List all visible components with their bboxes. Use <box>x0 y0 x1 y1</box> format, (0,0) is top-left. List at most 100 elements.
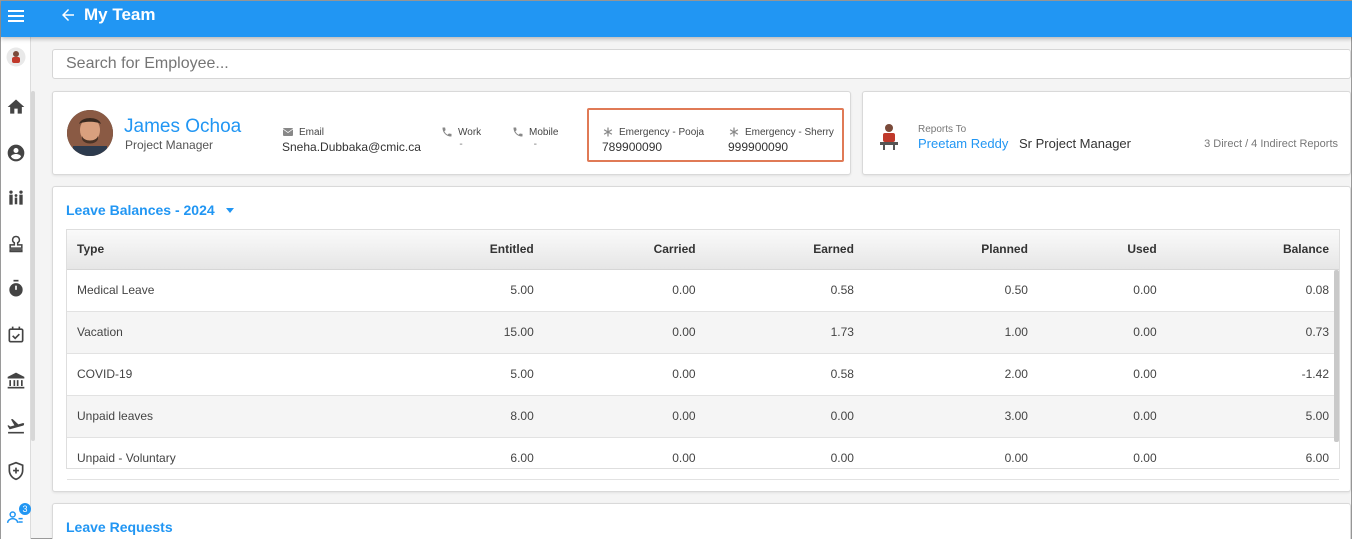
table-cell: 1.00 <box>1004 325 1028 339</box>
menu-icon[interactable] <box>8 8 24 24</box>
table-cell: 8.00 <box>510 409 534 423</box>
approval-stamp-icon[interactable] <box>6 234 26 254</box>
email-value[interactable]: Sneha.Dubbaka@cmic.ca <box>282 140 421 154</box>
bank-icon[interactable] <box>6 371 26 391</box>
flight-takeoff-icon[interactable] <box>6 416 26 436</box>
table-cell: 0.00 <box>1133 283 1157 297</box>
account-circle-icon[interactable] <box>6 143 26 163</box>
employee-search[interactable] <box>52 49 1351 79</box>
top-app-bar: My Team <box>1 1 1352 37</box>
table-cell: -1.42 <box>1301 367 1329 381</box>
column-header[interactable]: Balance <box>1166 230 1339 270</box>
table-cell: 6.00 <box>1305 451 1329 465</box>
employee-role: Project Manager <box>125 138 214 152</box>
table-row[interactable]: COVID-19 5.00 0.00 0.58 2.00 0.00 -1.42 <box>67 353 1339 395</box>
table-cell: 5.00 <box>510 367 534 381</box>
table-cell: 0.00 <box>672 451 696 465</box>
emergency-label: Emergency - Pooja <box>619 126 705 138</box>
table-cell: 0.00 <box>830 451 854 465</box>
table-cell: 0.00 <box>672 283 696 297</box>
table-cell: 0.00 <box>672 325 696 339</box>
table-cell: 0.00 <box>1004 451 1028 465</box>
health-shield-icon[interactable] <box>6 461 26 481</box>
table-cell: 0.00 <box>672 409 696 423</box>
table-cell: 0.73 <box>1305 325 1329 339</box>
table-scrollbar[interactable] <box>1334 270 1339 442</box>
table-cell: 0.00 <box>672 367 696 381</box>
team-icon[interactable] <box>6 188 26 208</box>
work-contact: Work - <box>441 126 481 150</box>
reports-to-label: Reports To <box>918 124 967 135</box>
user-avatar-icon[interactable] <box>6 47 26 67</box>
table-cell: 6.00 <box>510 451 534 465</box>
column-header[interactable]: Entitled <box>376 230 544 270</box>
mobile-label: Mobile <box>529 126 559 138</box>
table-row[interactable]: Unpaid leaves 8.00 0.00 0.00 3.00 0.00 5… <box>67 395 1339 437</box>
manager-avatar-icon <box>880 124 898 150</box>
asterisk-icon <box>603 127 613 137</box>
table-cell: Unpaid leaves <box>77 409 154 423</box>
team-notifications-icon[interactable]: 3 <box>6 503 31 527</box>
emergency-contact-1: Emergency - Pooja 789900090 <box>602 126 705 155</box>
table-cell: COVID-19 <box>77 367 133 381</box>
employee-card: James Ochoa Project Manager Email Sneha.… <box>52 91 851 175</box>
emergency-value[interactable]: 789900090 <box>602 140 704 154</box>
table-row[interactable]: Vacation 15.00 0.00 1.73 1.00 0.00 0.73 <box>67 311 1339 353</box>
mobile-contact: Mobile - <box>512 126 558 150</box>
email-contact: Email Sneha.Dubbaka@cmic.ca <box>282 126 421 155</box>
table-cell: Medical Leave <box>77 283 155 297</box>
sidebar: 3 <box>1 37 31 539</box>
table-cell: 0.00 <box>1133 325 1157 339</box>
mobile-value: - <box>533 139 537 150</box>
table-cell: 3.00 <box>1004 409 1028 423</box>
table-cell: 2.00 <box>1004 367 1028 381</box>
page-title: My Team <box>84 5 156 24</box>
work-value: - <box>459 139 463 150</box>
manager-name-link[interactable]: Preetam Reddy <box>918 136 1008 151</box>
column-header[interactable]: Planned <box>863 230 1038 270</box>
leave-balances-table: Type Entitled Carried Earned Planned Use… <box>66 229 1340 479</box>
column-header[interactable]: Used <box>1037 230 1167 270</box>
employee-name[interactable]: James Ochoa <box>124 116 241 138</box>
table-row[interactable]: Unpaid - Voluntary 6.00 0.00 0.00 0.00 0… <box>67 437 1339 479</box>
notification-badge: 3 <box>19 503 31 515</box>
leave-balances-card: Leave Balances - 2024 Type Entitled Carr… <box>52 186 1351 492</box>
table-cell: 0.00 <box>1133 367 1157 381</box>
leave-requests-card: Leave Requests <box>52 503 1351 539</box>
table-cell: 0.58 <box>830 367 854 381</box>
manager-title: Sr Project Manager <box>1019 136 1131 151</box>
calendar-check-icon[interactable] <box>6 325 26 345</box>
reports-to-card: Reports To Preetam Reddy Sr Project Mana… <box>862 91 1351 175</box>
emergency-value[interactable]: 999900090 <box>728 140 834 154</box>
sidebar-scrollbar[interactable] <box>31 91 35 441</box>
table-cell: 0.00 <box>1133 451 1157 465</box>
table-cell: 0.00 <box>1133 409 1157 423</box>
emergency-label: Emergency - Sherry <box>745 126 834 138</box>
table-row[interactable]: Medical Leave 5.00 0.00 0.58 0.50 0.00 0… <box>67 269 1339 311</box>
employee-avatar <box>67 110 113 156</box>
column-header[interactable]: Type <box>67 230 377 270</box>
emergency-contact-2: Emergency - Sherry 999900090 <box>728 126 834 155</box>
table-header-row: Type Entitled Carried Earned Planned Use… <box>67 230 1339 270</box>
column-header[interactable]: Earned <box>705 230 864 270</box>
table-cell: 15.00 <box>503 325 534 339</box>
table-cell: 0.50 <box>1004 283 1028 297</box>
phone-icon <box>442 127 452 137</box>
reports-count[interactable]: 3 Direct / 4 Indirect Reports <box>1204 138 1338 150</box>
home-icon[interactable] <box>6 97 26 117</box>
table-cell: 0.00 <box>830 409 854 423</box>
table-cell: 1.73 <box>830 325 854 339</box>
back-arrow-icon[interactable] <box>59 6 77 24</box>
table-cell: Vacation <box>77 325 123 339</box>
email-icon <box>282 128 294 136</box>
leave-balances-year-selector[interactable]: Leave Balances - 2024 <box>66 202 215 218</box>
caret-down-icon[interactable] <box>225 205 235 215</box>
asterisk-icon <box>729 127 739 137</box>
email-label: Email <box>299 126 325 138</box>
table-cell: Unpaid - Voluntary <box>77 451 176 465</box>
table-cell: 0.58 <box>830 283 854 297</box>
search-input[interactable] <box>53 50 1350 78</box>
timer-icon[interactable] <box>6 279 26 299</box>
leave-requests-title[interactable]: Leave Requests <box>66 519 173 535</box>
column-header[interactable]: Carried <box>543 230 706 270</box>
